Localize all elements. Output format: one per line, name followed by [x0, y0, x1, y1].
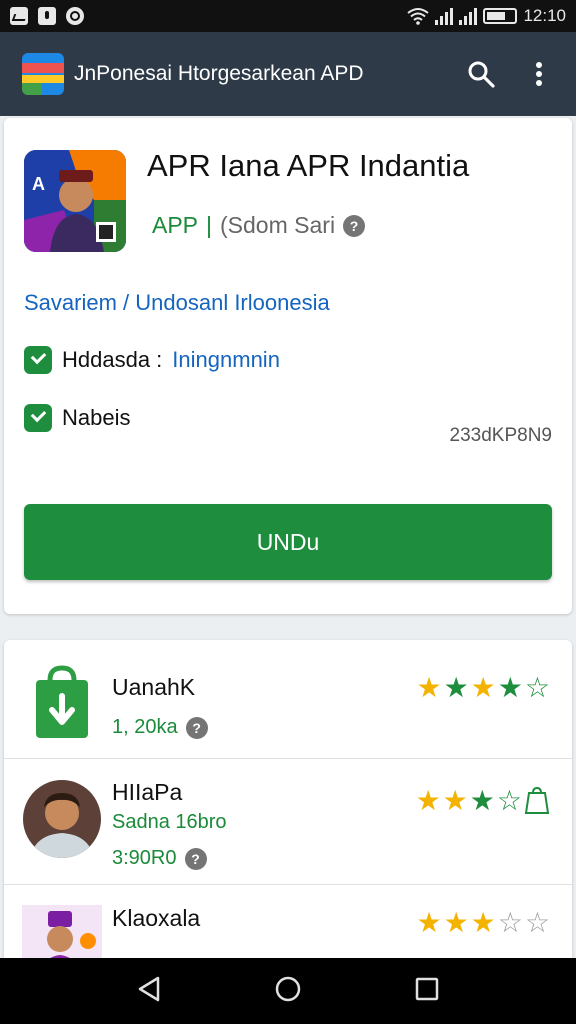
list-item-name: UanahK — [112, 674, 196, 700]
star-icon: ★ — [470, 907, 496, 938]
notification-icons — [10, 7, 84, 25]
star-icon: ★ — [470, 672, 496, 703]
bag-outline-icon — [524, 787, 550, 814]
list-item[interactable]: HIIaPa Sadna 16bro 3:90R0 ? ★ ★ ★ ☆ — [4, 758, 572, 878]
list-item-meta: 1, 20ka ? — [112, 716, 208, 739]
check-icon — [24, 404, 52, 432]
feature-1-value[interactable]: Iningnmnin — [172, 347, 280, 373]
rating-stars: ★ ★ ★ ★ ☆ — [416, 674, 550, 702]
list-item-size: 3:90R0 — [112, 847, 177, 869]
star-icon: ★ — [415, 785, 441, 816]
avatar — [22, 779, 102, 859]
install-button[interactable]: UNDu — [24, 504, 552, 580]
download-count: 233dKP8N9 — [449, 425, 552, 446]
feature-row-2: Nabeis — [24, 404, 130, 432]
rating-stars: ★ ★ ★ ☆ — [416, 787, 550, 815]
star-outline-icon: ☆ — [524, 907, 550, 938]
system-icons: 12:10 — [407, 6, 566, 26]
app-logo-icon[interactable] — [22, 53, 64, 95]
gallery-notification-icon — [10, 7, 28, 25]
cell-signal-icon — [435, 7, 454, 25]
messenger-notification-icon — [38, 7, 56, 25]
star-icon: ★ — [416, 672, 442, 703]
app-bar: JnPonesai Htorgesarkean APD — [0, 32, 576, 116]
status-time: 12:10 — [523, 6, 566, 25]
star-outline-icon: ☆ — [497, 907, 523, 938]
more-vert-icon[interactable] — [524, 59, 554, 89]
star-icon: ★ — [442, 785, 468, 816]
list-item-developer: Sadna 16bro — [112, 811, 227, 833]
star-icon: ★ — [443, 907, 469, 938]
separator: | — [206, 212, 213, 238]
list-item-size: 1, 20ka — [112, 716, 178, 738]
category-link[interactable]: Savariem / Undosanl Irloonesia — [24, 290, 330, 316]
check-icon — [24, 346, 52, 374]
star-half-icon: ★ — [469, 785, 495, 816]
search-icon[interactable] — [466, 59, 496, 89]
status-bar: 12:10 — [0, 0, 576, 32]
feature-1-label: Hddasda : — [62, 347, 163, 372]
star-outline-icon: ☆ — [496, 785, 522, 816]
star-icon: ★ — [497, 672, 523, 703]
app-hero-icon[interactable]: A — [24, 150, 126, 252]
app-title: APR Iana APR Indantia — [147, 148, 470, 183]
shopping-bag-icon — [22, 662, 102, 742]
info-icon[interactable]: ? — [185, 716, 208, 739]
wifi-icon — [407, 8, 430, 25]
feature-2-label: Nabeis — [62, 405, 131, 430]
sync-notification-icon — [66, 7, 84, 25]
svg-text:A: A — [32, 174, 45, 194]
star-icon: ★ — [416, 907, 442, 938]
home-icon[interactable] — [274, 975, 302, 1008]
app-detail-card: A APR Iana APR Indantia APP | (Sdom Sari… — [4, 118, 572, 614]
cell-signal-2-icon — [459, 7, 478, 25]
list-item-name: Klaoxala — [112, 905, 201, 931]
info-icon[interactable]: ? — [184, 847, 207, 870]
related-apps-list: UanahK 1, 20ka ? ★ ★ ★ ★ ☆ HIIaPa Sadna … — [4, 640, 572, 970]
info-icon[interactable]: ? — [343, 214, 366, 237]
star-icon: ★ — [443, 672, 469, 703]
back-icon[interactable] — [137, 976, 161, 1007]
rating-stars: ★ ★ ★ ☆ ☆ — [416, 909, 550, 937]
list-item[interactable]: UanahK 1, 20ka ? ★ ★ ★ ★ ☆ — [4, 640, 572, 760]
battery-icon — [483, 8, 518, 24]
navigation-bar — [0, 958, 576, 1024]
feature-row-1: Hddasda : Iningnmnin — [24, 346, 280, 374]
app-bar-title: JnPonesai Htorgesarkean APD — [74, 62, 364, 85]
developer-name[interactable]: (Sdom Sari — [220, 212, 335, 239]
list-item-meta: 3:90R0 ? — [112, 847, 207, 870]
app-tag: APP — [152, 212, 199, 238]
star-outline-icon: ☆ — [524, 672, 550, 703]
recents-icon[interactable] — [415, 977, 439, 1006]
app-subtitle: APP | (Sdom Sari ? — [152, 212, 366, 239]
list-item-name: HIIaPa — [112, 779, 183, 805]
